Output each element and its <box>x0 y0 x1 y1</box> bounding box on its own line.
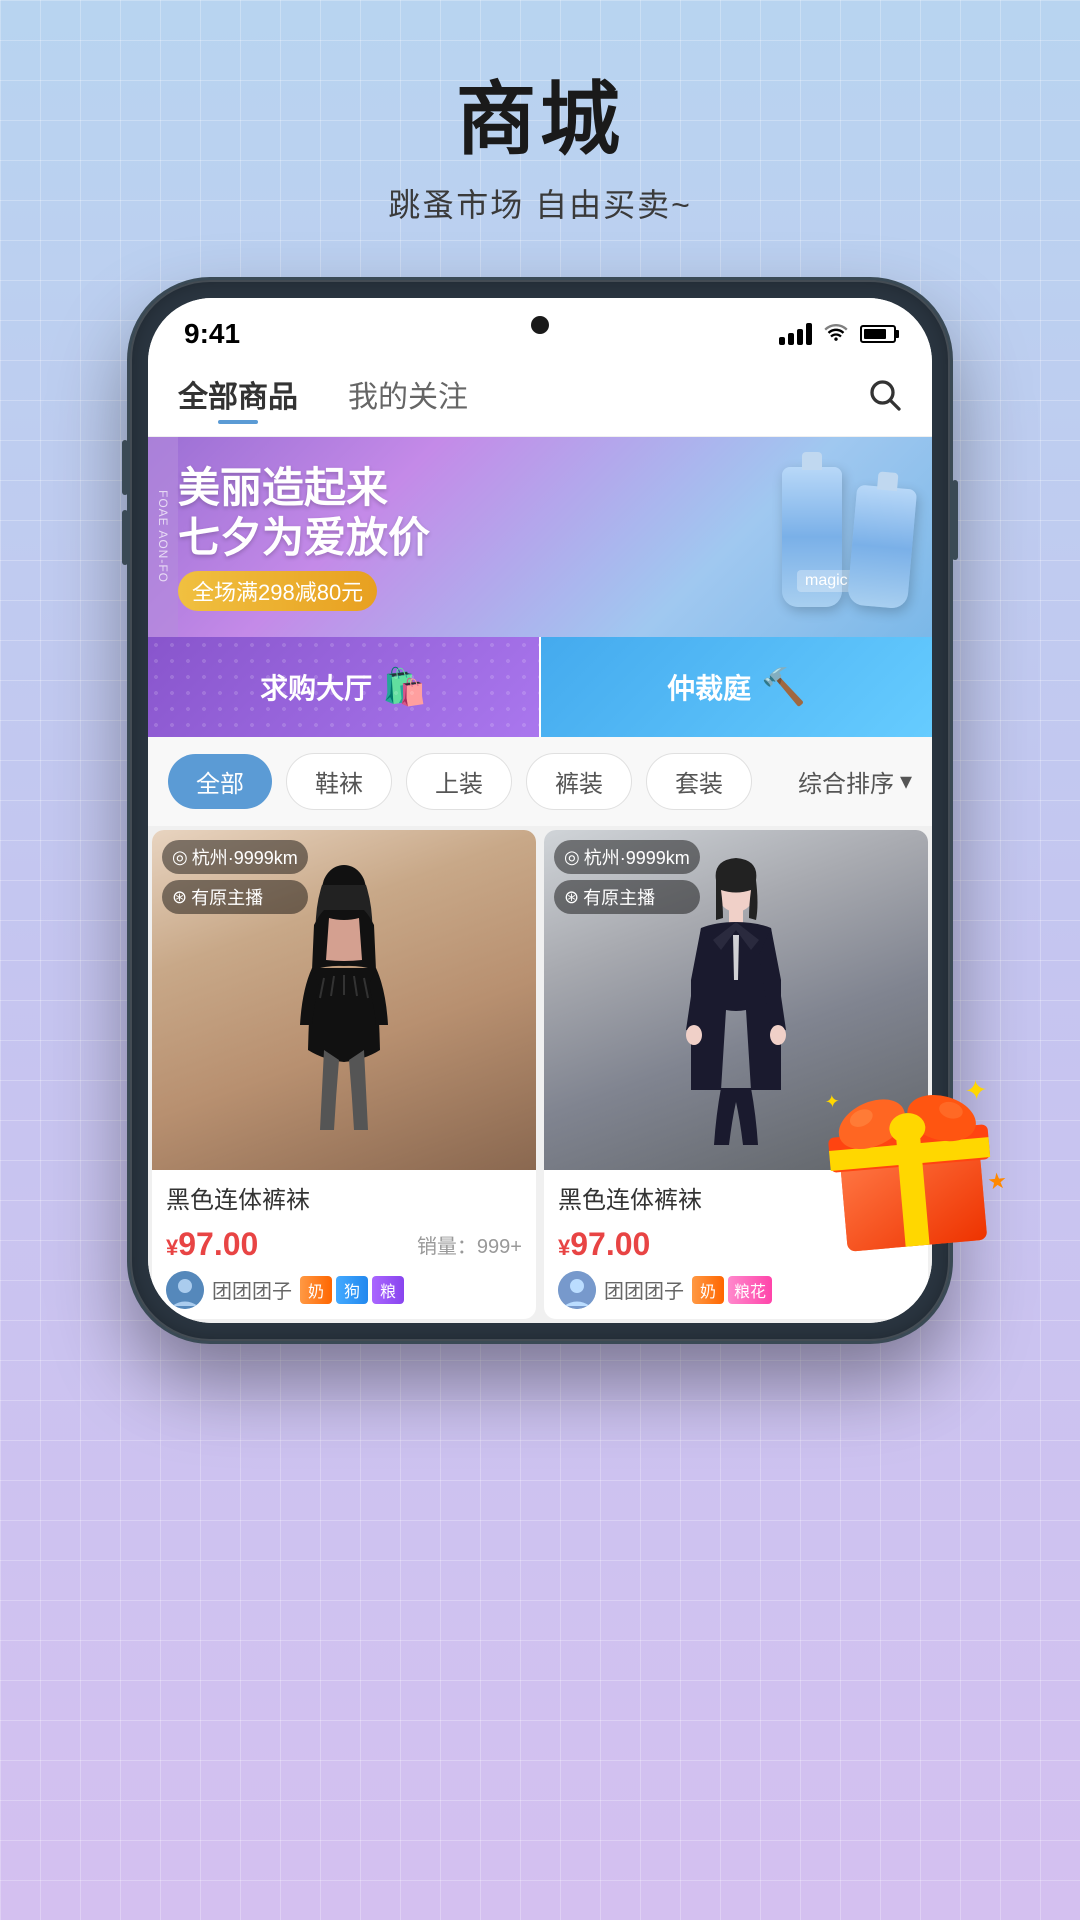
search-button[interactable] <box>866 376 902 421</box>
filter-tops[interactable]: 上装 <box>406 753 512 810</box>
verified-badge-2: ⊛ 有原主播 <box>554 880 700 914</box>
banner-products: magic <box>782 467 912 607</box>
seller-avatar-2 <box>558 1271 596 1309</box>
tab-my-follows[interactable]: 我的关注 <box>348 372 468 424</box>
banner-text: 美丽造起来 七夕为爱放价 全场满298减80元 <box>178 463 430 612</box>
location-badge-2: ◎ 杭州·9999km <box>554 840 700 874</box>
gift-decoration: ✦ ✦ ★ <box>801 1047 1018 1269</box>
volume-down-button <box>122 510 128 565</box>
filter-bar: 全部 鞋袜 上装 裤装 套装 综合排序 ▾ <box>148 737 932 826</box>
product-price-2: ¥97.00 <box>558 1226 650 1263</box>
seller-badges-1: 奶 狗 粮 <box>300 1276 404 1304</box>
badge-flower: 奶 <box>300 1276 332 1304</box>
product-bottle-1: magic <box>782 467 842 607</box>
product-bottle-2 <box>847 485 917 610</box>
svg-text:✦: ✦ <box>824 1091 841 1112</box>
seller-badges-2: 奶 粮花 <box>692 1276 772 1304</box>
page-header: 商城 跳蚤市场 自由买卖~ <box>0 0 1080 246</box>
product-price-1: ¥97.00 <box>166 1226 258 1263</box>
filter-shoes[interactable]: 鞋袜 <box>286 753 392 810</box>
tab-all-products[interactable]: 全部商品 <box>178 372 298 424</box>
signal-icon <box>779 323 812 345</box>
power-button <box>952 480 958 560</box>
seller-name-2: 团团团子 <box>604 1275 684 1304</box>
page-title: 商城 <box>0 80 1080 160</box>
promo-right-text: 仲裁庭 <box>667 667 751 707</box>
seller-row-2: 团团团子 奶 粮花 <box>558 1271 914 1309</box>
location-badge-1: ◎ 杭州·9999km <box>162 840 308 874</box>
promo-arbitration[interactable]: 仲裁庭 🔨 <box>541 637 932 737</box>
nav-tabs: 全部商品 我的关注 <box>148 360 932 437</box>
banner-promotion: 全场满298减80元 <box>178 571 377 611</box>
verified-icon-2: ⊛ <box>564 887 579 908</box>
volume-up-button <box>122 440 128 495</box>
seller-row-1: 团团团子 奶 狗 粮 <box>166 1271 522 1309</box>
filter-sets[interactable]: 套装 <box>646 753 752 810</box>
product-name-1: 黑色连体裤袜 <box>166 1184 522 1218</box>
wifi-icon <box>822 320 850 348</box>
promo-left-text: 求购大厅 <box>260 667 372 707</box>
svg-text:✦: ✦ <box>963 1074 989 1107</box>
phone-mockup: 9:41 <box>130 280 950 1341</box>
promo-left-emoji: 🛍️ <box>382 666 427 708</box>
product-badge-2: ◎ 杭州·9999km ⊛ 有原主播 <box>554 840 700 914</box>
price-row-1: ¥97.00 销量：999+ <box>166 1226 522 1263</box>
filter-pants[interactable]: 裤装 <box>526 753 632 810</box>
brand-label: magic <box>797 570 856 592</box>
promo-right-emoji: 🔨 <box>761 666 806 708</box>
product-badge-1: ◎ 杭州·9999km ⊛ 有原主播 <box>162 840 308 914</box>
badge-blue-1: 狗 <box>336 1276 368 1304</box>
badge-pink-2: 粮花 <box>728 1276 772 1304</box>
promotional-banner[interactable]: 美丽造起来 七夕为爱放价 全场满298减80元 magic <box>148 437 932 637</box>
badge-orange-2: 奶 <box>692 1276 724 1304</box>
product-card-1[interactable]: ◎ 杭州·9999km ⊛ 有原主播 黑色连体裤袜 <box>152 830 536 1319</box>
page-subtitle: 跳蚤市场 自由买卖~ <box>0 180 1080 226</box>
seller-name-1: 团团团子 <box>212 1275 292 1304</box>
chevron-down-icon: ▾ <box>900 767 912 796</box>
verified-icon: ⊛ <box>172 887 187 908</box>
banner-title: 美丽造起来 七夕为爱放价 <box>178 463 430 564</box>
product-info-1: 黑色连体裤袜 ¥97.00 销量：999+ <box>152 1170 536 1319</box>
sort-dropdown[interactable]: 综合排序 ▾ <box>798 764 912 799</box>
status-time: 9:41 <box>184 318 240 350</box>
battery-icon <box>860 325 896 343</box>
camera-notch <box>531 316 549 334</box>
svg-text:★: ★ <box>986 1167 1008 1194</box>
product-image-1: ◎ 杭州·9999km ⊛ 有原主播 <box>152 830 536 1170</box>
verified-badge-1: ⊛ 有原主播 <box>162 880 308 914</box>
location-pin-icon-2: ◎ <box>564 847 580 868</box>
status-icons <box>779 320 896 348</box>
seller-avatar-1 <box>166 1271 204 1309</box>
promo-purchase-hall[interactable]: 求购大厅 🛍️ <box>148 637 539 737</box>
badge-purple-1: 粮 <box>372 1276 404 1304</box>
location-pin-icon: ◎ <box>172 847 188 868</box>
filter-all[interactable]: 全部 <box>168 754 272 809</box>
banner-left-strip: FOAE AON-FO <box>148 437 178 637</box>
promo-bar: 求购大厅 🛍️ 仲裁庭 🔨 <box>148 637 932 737</box>
product-sales-1: 销量：999+ <box>417 1230 522 1259</box>
